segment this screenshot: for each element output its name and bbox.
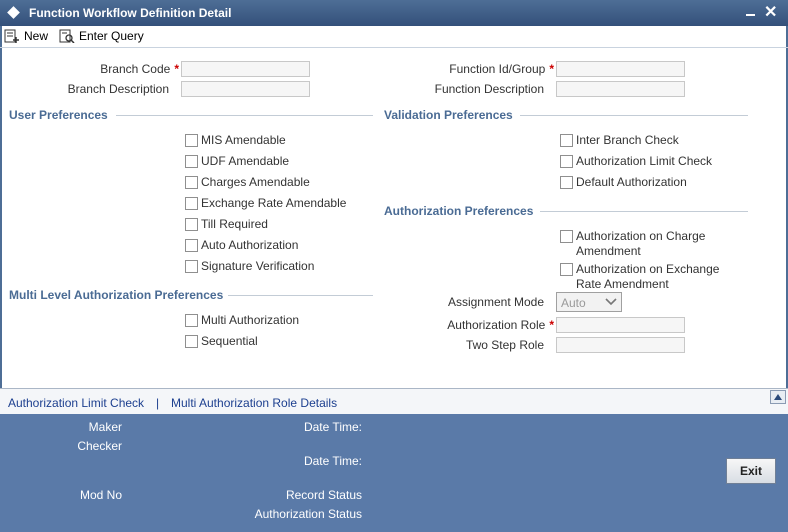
enter-query-icon [59,29,75,43]
checker-label: Checker [77,439,122,453]
branch-description-input[interactable] [181,81,310,97]
mis-amendable-checkbox[interactable] [185,134,198,147]
close-icon[interactable]: ✕ [764,2,777,22]
branch-description-label: Branch Description [67,82,169,96]
link-separator: | [156,396,160,410]
inter-branch-check-label: Inter Branch Check [576,133,679,147]
default-authorization-checkbox[interactable] [560,176,573,189]
exchange-rate-amendable-label: Exchange Rate Amendable [201,196,347,210]
scroll-up-icon[interactable] [770,390,786,404]
authorization-on-exchange-rate-amendment-label: Authorization on Exchange Rate Amendment [576,262,720,291]
authorization-limit-check-link[interactable]: Authorization Limit Check [8,396,144,410]
minimize-icon[interactable] [744,6,758,20]
new-icon [4,29,19,43]
section-divider [228,295,373,296]
till-required-checkbox[interactable] [185,218,198,231]
exchange-rate-amendable-checkbox[interactable] [185,197,198,210]
window-title: Function Workflow Definition Detail [29,6,232,20]
authorization-on-charge-amendment-checkbox[interactable] [560,230,573,243]
title-bar: Function Workflow Definition Detail ✕ [0,0,788,26]
section-divider [116,115,373,116]
function-id-label: Function Id/Group * [449,62,554,76]
sequential-checkbox[interactable] [185,335,198,348]
checker-date-time-label: Date Time: [303,454,362,468]
inter-branch-check-checkbox[interactable] [560,134,573,147]
authorization-on-exchange-rate-amendment-checkbox[interactable] [560,263,573,276]
multi-authorization-role-details-link[interactable]: Multi Authorization Role Details [171,396,337,410]
auto-authorization-label: Auto Authorization [201,238,299,252]
sequential-label: Sequential [201,334,258,348]
chevron-down-icon [605,298,617,306]
new-button-label: New [24,29,49,43]
section-divider [540,211,748,212]
charges-amendable-label: Charges Amendable [201,175,310,189]
authorization-role-input[interactable] [556,317,685,333]
udf-amendable-checkbox[interactable] [185,155,198,168]
udf-amendable-label: UDF Amendable [201,154,290,168]
till-required-label: Till Required [201,217,268,231]
assignment-mode-value: Auto [561,296,586,310]
authorization-limit-check-label: Authorization Limit Check [576,154,713,168]
multi-authorization-checkbox[interactable] [185,314,198,327]
multi-level-heading: Multi Level Authorization Preferences [9,288,224,302]
user-preferences-heading: User Preferences [9,108,108,122]
authorization-status-label: Authorization Status [254,507,362,521]
function-description-label: Function Description [434,82,544,96]
default-authorization-label: Default Authorization [576,175,687,189]
app-icon [7,6,20,19]
authorization-limit-check-checkbox[interactable] [560,155,573,168]
enter-query-label: Enter Query [79,29,144,43]
toolbar: New Enter Query [0,26,788,48]
assignment-mode-select[interactable]: Auto [556,292,622,312]
charges-amendable-checkbox[interactable] [185,176,198,189]
mod-no-label: Mod No [79,488,122,502]
auto-authorization-checkbox[interactable] [185,239,198,252]
signature-verification-label: Signature Verification [201,259,315,273]
function-id-input[interactable] [556,61,685,77]
assignment-mode-label: Assignment Mode [447,295,544,309]
signature-verification-checkbox[interactable] [185,260,198,273]
section-divider [520,115,748,116]
authorization-preferences-heading: Authorization Preferences [384,204,534,218]
mis-amendable-label: MIS Amendable [201,133,286,147]
two-step-role-input[interactable] [556,337,685,353]
branch-code-input[interactable] [181,61,310,77]
maker-date-time-label: Date Time: [303,420,362,434]
function-description-input[interactable] [556,81,685,97]
multi-authorization-label: Multi Authorization [201,313,300,327]
two-step-role-label: Two Step Role [465,338,544,352]
maker-label: Maker [88,420,122,434]
authorization-role-label: Authorization Role * [447,318,554,332]
authorization-on-charge-amendment-label: Authorization on Charge Amendment [576,229,706,258]
exit-button[interactable]: Exit [726,458,776,484]
record-status-label: Record Status [285,488,362,502]
branch-code-label: Branch Code * [100,62,179,76]
links-bar: Authorization Limit Check | Multi Author… [0,388,788,414]
validation-preferences-heading: Validation Preferences [384,108,513,122]
